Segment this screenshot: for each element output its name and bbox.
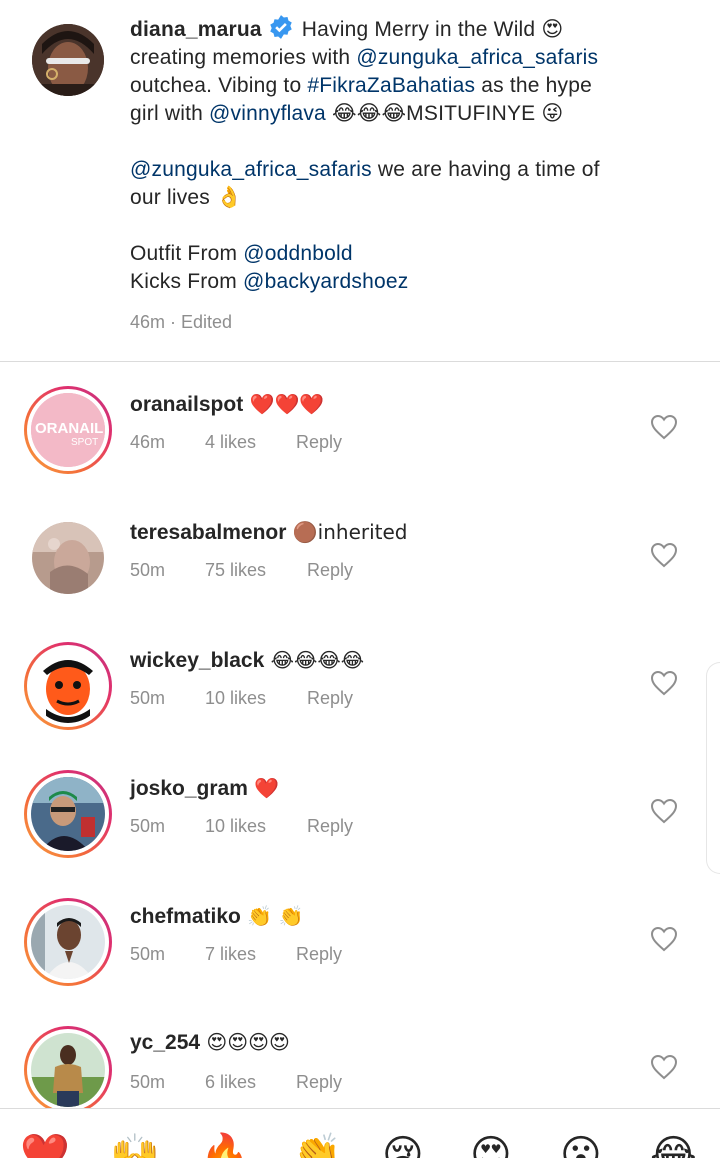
reply-button[interactable]: Reply bbox=[296, 1072, 342, 1093]
comment-meta: 46m 4 likes Reply bbox=[130, 432, 342, 453]
mention-link[interactable]: @vinnyflava bbox=[209, 102, 326, 125]
comment-likes[interactable]: 4 likes bbox=[205, 432, 256, 453]
comment-item: teresabalmenor 🟤inherited 50m 75 likes Rep… bbox=[0, 490, 720, 618]
comment-text: oranailspot ❤️❤️❤️ bbox=[130, 392, 324, 417]
like-heart-icon[interactable] bbox=[650, 926, 678, 952]
avatar-story-ring[interactable] bbox=[24, 898, 112, 986]
like-heart-icon[interactable] bbox=[650, 542, 678, 568]
comment-likes[interactable]: 10 likes bbox=[205, 816, 266, 837]
comment-likes[interactable]: 75 likes bbox=[205, 560, 266, 581]
reply-button[interactable]: Reply bbox=[296, 432, 342, 453]
verified-badge-icon bbox=[270, 15, 292, 39]
like-heart-icon[interactable] bbox=[650, 798, 678, 824]
caption-kicks: Kicks From bbox=[130, 270, 244, 293]
comment-likes[interactable]: 6 likes bbox=[205, 1072, 256, 1093]
emoji-heart-eyes[interactable]: 😍 bbox=[470, 1131, 512, 1158]
comment-username[interactable]: oranailspot bbox=[130, 393, 243, 416]
avatar-story-ring[interactable] bbox=[24, 642, 112, 730]
comment-username[interactable]: wickey_black bbox=[130, 649, 264, 672]
comment-body: 😂😂😂😂 bbox=[264, 648, 365, 672]
comment-text: yc_254 😍😍😍😍 bbox=[130, 1030, 290, 1055]
comment-text: wickey_black 😂😂😂😂 bbox=[130, 648, 364, 673]
hashtag-link[interactable]: #FikraZaBahatias bbox=[307, 74, 475, 97]
avatar-story-ring[interactable] bbox=[24, 1026, 112, 1114]
mention-link[interactable]: @oddnbold bbox=[243, 242, 353, 265]
comment-likes[interactable]: 7 likes bbox=[205, 944, 256, 965]
emoji-raised-hands[interactable]: 🙌 bbox=[110, 1131, 160, 1158]
author-username[interactable]: diana_marua bbox=[130, 18, 262, 41]
comment-username[interactable]: teresabalmenor bbox=[130, 521, 286, 544]
emoji-fire[interactable]: 🔥 bbox=[200, 1131, 250, 1158]
mention-link[interactable]: @zunguka_africa_safaris bbox=[130, 158, 372, 181]
comment-text: chefmatiko 👏 👏 bbox=[130, 904, 303, 929]
comment-username[interactable]: yc_254 bbox=[130, 1031, 200, 1054]
comment-time: 50m bbox=[130, 1072, 166, 1092]
emoji-clap[interactable]: 👏 bbox=[292, 1131, 342, 1158]
caption-outfit: Outfit From bbox=[130, 242, 244, 265]
emoji-laughing[interactable]: 😂 bbox=[650, 1131, 697, 1158]
avatar[interactable] bbox=[32, 522, 104, 594]
caption-para2-line2: our lives 👌 bbox=[130, 186, 243, 209]
post-caption: diana_marua Having Merry in the Wild 😍 cr… bbox=[0, 0, 720, 360]
avatar bbox=[31, 777, 105, 851]
caption-line3-suffix: as the hype bbox=[475, 74, 592, 97]
avatar: ORANAIL SPOT bbox=[31, 393, 105, 467]
comment-meta: 50m 10 likes Reply bbox=[130, 816, 353, 837]
comment-item: wickey_black 😂😂😂😂 50m 10 likes Reply bbox=[0, 618, 720, 746]
emoji-surprised[interactable]: 😮 bbox=[560, 1131, 602, 1158]
comment-time: 50m bbox=[130, 944, 166, 964]
like-heart-icon[interactable] bbox=[650, 1054, 678, 1080]
reply-button[interactable]: Reply bbox=[307, 816, 353, 837]
avatar-story-ring[interactable] bbox=[24, 770, 112, 858]
comment-body: ❤️ bbox=[247, 776, 280, 800]
comment-username[interactable]: josko_gram bbox=[130, 777, 248, 800]
caption-line1: Having Merry in the Wild 😍 bbox=[301, 18, 564, 41]
avatar-logo-text-2: SPOT bbox=[71, 437, 98, 448]
comment-body: 🟤inherited bbox=[286, 520, 408, 544]
comment-meta: 50m 75 likes Reply bbox=[130, 560, 353, 581]
comment-likes[interactable]: 10 likes bbox=[205, 688, 266, 709]
caption-meta: 46m · Edited bbox=[130, 312, 233, 332]
comment-text: josko_gram ❤️ bbox=[130, 776, 279, 801]
reply-button[interactable]: Reply bbox=[296, 944, 342, 965]
avatar bbox=[31, 649, 105, 723]
comment-time: 50m bbox=[130, 688, 166, 708]
caption-line2: creating memories with bbox=[130, 46, 357, 69]
comment-time: 50m bbox=[130, 560, 166, 580]
like-heart-icon[interactable] bbox=[650, 670, 678, 696]
scroll-handle[interactable] bbox=[706, 662, 720, 874]
comment-body: 👏 👏 bbox=[240, 904, 304, 928]
comment-body: 😍😍😍😍 bbox=[200, 1030, 290, 1054]
comment-body: ❤️❤️❤️ bbox=[243, 392, 325, 416]
reply-button[interactable]: Reply bbox=[307, 688, 353, 709]
avatar bbox=[31, 1033, 105, 1107]
reply-button[interactable]: Reply bbox=[307, 560, 353, 581]
caption-text: diana_marua Having Merry in the Wild 😍 cr… bbox=[130, 14, 690, 296]
caption-line4: girl with bbox=[130, 102, 210, 125]
comment-meta: 50m 7 likes Reply bbox=[130, 944, 342, 965]
emoji-reaction-bar: ❤️ 🙌 🔥 👏 😢 😍 😮 😂 bbox=[0, 1108, 720, 1158]
comment-username[interactable]: chefmatiko bbox=[130, 905, 241, 928]
comment-item: chefmatiko 👏 👏 50m 7 likes Reply bbox=[0, 874, 720, 1002]
author-avatar[interactable] bbox=[32, 24, 104, 96]
comment-meta: 50m 10 likes Reply bbox=[130, 688, 353, 709]
caption-line3: outchea. Vibing to bbox=[130, 74, 308, 97]
avatar-story-ring[interactable]: ORANAIL SPOT bbox=[24, 386, 112, 474]
caption-line4-suffix: 😂😂😂MSITUFINYE 😜 bbox=[325, 102, 564, 125]
comment-meta: 50m 6 likes Reply bbox=[130, 1072, 342, 1093]
emoji-heart[interactable]: ❤️ bbox=[20, 1131, 70, 1158]
comment-time: 46m bbox=[130, 432, 166, 452]
like-heart-icon[interactable] bbox=[650, 414, 678, 440]
comment-item: josko_gram ❤️ 50m 10 likes Reply bbox=[0, 746, 720, 874]
avatar bbox=[31, 905, 105, 979]
mention-link[interactable]: @backyardshoez bbox=[243, 270, 408, 293]
mention-link[interactable]: @zunguka_africa_safaris bbox=[356, 46, 598, 69]
comment-text: teresabalmenor 🟤inherited bbox=[130, 520, 408, 545]
caption-para2: we are having a time of bbox=[371, 158, 600, 181]
comment-item: ORANAIL SPOT oranailspot ❤️❤️❤️ 46m 4 lik… bbox=[0, 362, 720, 490]
avatar-logo-text: ORANAIL bbox=[35, 420, 103, 437]
comment-time: 50m bbox=[130, 816, 166, 836]
emoji-crying[interactable]: 😢 bbox=[382, 1131, 424, 1158]
